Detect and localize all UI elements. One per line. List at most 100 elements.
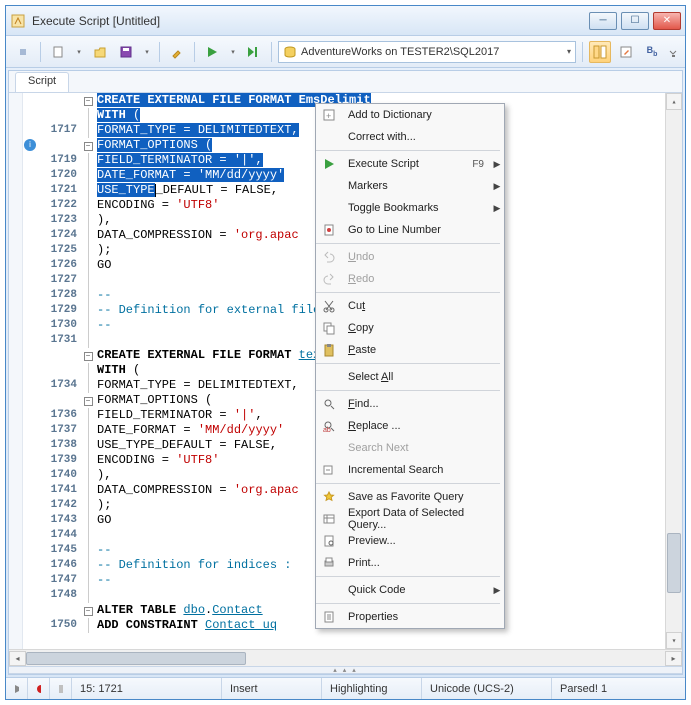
fold-gutter[interactable] (81, 558, 95, 573)
new-dropdown[interactable]: ▾ (73, 48, 85, 56)
menu-item-copy[interactable]: Copy (316, 317, 504, 339)
menu-item-label: Add to Dictionary (342, 109, 504, 121)
hscroll-thumb[interactable] (26, 652, 246, 665)
run-button[interactable] (201, 41, 223, 63)
menu-item-correct-with[interactable]: Correct with... (316, 126, 504, 148)
menu-item-cut[interactable]: Cut (316, 295, 504, 317)
marker-cell (23, 348, 37, 363)
fold-gutter[interactable] (81, 228, 95, 243)
line-number: 1743 (37, 513, 81, 528)
menu-item-export-data-of-selected-query[interactable]: Export Data of Selected Query... (316, 508, 504, 530)
fold-gutter[interactable] (81, 168, 95, 183)
new-button[interactable] (47, 41, 69, 63)
fold-gutter[interactable] (81, 468, 95, 483)
fold-gutter[interactable]: − (81, 393, 95, 408)
fold-gutter[interactable] (81, 363, 95, 378)
database-combo[interactable]: AdventureWorks on TESTER2\SQL2017 ▾ (278, 41, 576, 63)
menu-item-incremental-search[interactable]: Incremental Search (316, 459, 504, 481)
fold-gutter[interactable] (81, 288, 95, 303)
fold-gutter[interactable] (81, 153, 95, 168)
fold-gutter[interactable] (81, 123, 95, 138)
fold-gutter[interactable] (81, 318, 95, 333)
scroll-up-icon[interactable]: ▴ (666, 93, 682, 110)
menu-item-print[interactable]: Print... (316, 552, 504, 574)
fold-gutter[interactable] (81, 573, 95, 588)
fold-gutter[interactable] (81, 378, 95, 393)
fold-gutter[interactable] (81, 483, 95, 498)
line-number: 1741 (37, 483, 81, 498)
menu-item-go-to-line-number[interactable]: Go to Line Number (316, 219, 504, 241)
fold-gutter[interactable] (81, 198, 95, 213)
line-number: 1731 (37, 333, 81, 348)
fold-gutter[interactable] (81, 273, 95, 288)
cut-icon (316, 299, 342, 313)
save-dropdown[interactable]: ▾ (141, 48, 153, 56)
fold-gutter[interactable] (81, 498, 95, 513)
menu-item-replace[interactable]: abReplace ... (316, 415, 504, 437)
fold-gutter[interactable] (81, 108, 95, 123)
combo-arrow-icon: ▾ (567, 47, 571, 56)
fold-gutter[interactable] (81, 258, 95, 273)
menu-item-save-as-favorite-query[interactable]: Save as Favorite Query (316, 486, 504, 508)
hscroll-right-icon[interactable]: ▸ (665, 651, 682, 666)
fav-icon (316, 490, 342, 504)
menu-item-toggle-bookmarks[interactable]: Toggle Bookmarks▶ (316, 197, 504, 219)
menu-item-quick-code[interactable]: Quick Code▶ (316, 579, 504, 601)
close-button[interactable]: ✕ (653, 12, 681, 30)
fold-gutter[interactable] (81, 408, 95, 423)
fold-gutter[interactable]: − (81, 138, 95, 153)
scroll-down-icon[interactable]: ▾ (666, 632, 682, 649)
status-stop-icon[interactable] (50, 678, 72, 699)
scroll-thumb[interactable] (667, 533, 681, 593)
fold-gutter[interactable] (81, 423, 95, 438)
menu-item-execute-script[interactable]: Execute ScriptF9▶ (316, 153, 504, 175)
fold-gutter[interactable] (81, 543, 95, 558)
menu-item-undo: Undo (316, 246, 504, 268)
run-step-button[interactable] (243, 41, 265, 63)
menu-item-add-to-dictionary[interactable]: +Add to Dictionary (316, 104, 504, 126)
line-number (37, 603, 81, 618)
fold-gutter[interactable] (81, 453, 95, 468)
minimize-button[interactable]: ─ (589, 12, 617, 30)
marker-cell (23, 243, 37, 258)
open-button[interactable] (89, 41, 111, 63)
maximize-button[interactable]: ☐ (621, 12, 649, 30)
edit-button[interactable] (615, 41, 637, 63)
fold-gutter[interactable] (81, 213, 95, 228)
fold-gutter[interactable] (81, 438, 95, 453)
hscroll-left-icon[interactable]: ◂ (9, 651, 26, 666)
more-dropdown[interactable] (667, 46, 679, 58)
menu-item-paste[interactable]: Paste (316, 339, 504, 361)
menu-item-preview[interactable]: Preview... (316, 530, 504, 552)
status-record-icon[interactable] (28, 678, 50, 699)
menu-item-find[interactable]: Find... (316, 393, 504, 415)
toolbar-toggle-button[interactable] (12, 41, 34, 63)
save-button[interactable] (115, 41, 137, 63)
tab-script[interactable]: Script (15, 72, 69, 92)
menu-item-properties[interactable]: Properties (316, 606, 504, 628)
menu-item-select-all[interactable]: Select All (316, 366, 504, 388)
fold-gutter[interactable] (81, 588, 95, 603)
fold-gutter[interactable] (81, 243, 95, 258)
fold-gutter[interactable] (81, 303, 95, 318)
menu-item-markers[interactable]: Markers▶ (316, 175, 504, 197)
find-icon (316, 397, 342, 411)
layout-button-1[interactable] (589, 41, 611, 63)
splitter-handle[interactable]: ▴ ▴ ▴ (9, 666, 682, 674)
fold-gutter[interactable] (81, 528, 95, 543)
fold-gutter[interactable] (81, 333, 95, 348)
status-run-icon[interactable] (6, 678, 28, 699)
line-number: 1738 (37, 438, 81, 453)
run-dropdown[interactable]: ▾ (227, 48, 239, 56)
bb-button[interactable]: Bb (641, 41, 663, 63)
wrench-button[interactable] (166, 41, 188, 63)
fold-gutter[interactable] (81, 183, 95, 198)
line-number: 1726 (37, 258, 81, 273)
fold-gutter[interactable] (81, 618, 95, 633)
fold-gutter[interactable]: − (81, 348, 95, 363)
vertical-scrollbar[interactable]: ▴ ▾ (665, 93, 682, 649)
fold-gutter[interactable]: − (81, 603, 95, 618)
fold-gutter[interactable]: − (81, 93, 95, 108)
fold-gutter[interactable] (81, 513, 95, 528)
horizontal-scrollbar[interactable]: ◂ ▸ (9, 649, 682, 666)
